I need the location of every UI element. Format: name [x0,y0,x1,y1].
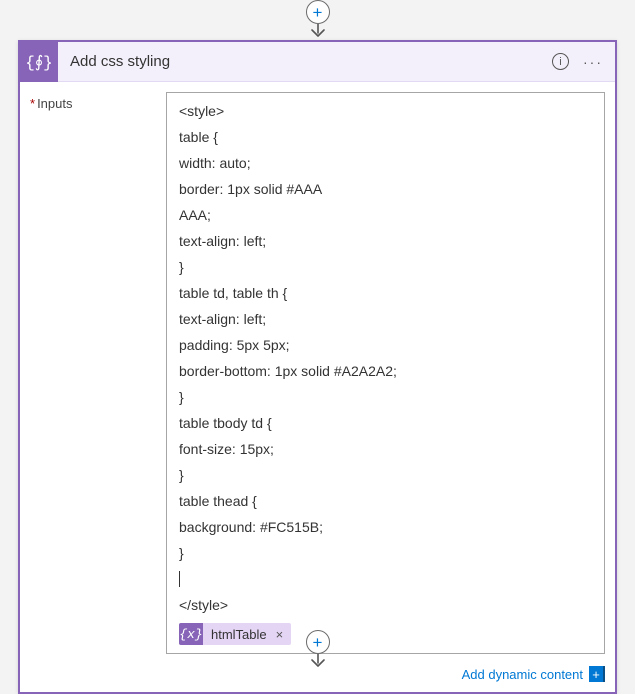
token-remove-button[interactable]: × [274,627,292,642]
plus-icon: + [592,668,600,681]
action-card: {∮} Add css styling i ··· *Inputs <style… [18,40,617,694]
more-menu-button[interactable]: ··· [583,54,603,70]
code-line: } [179,467,592,483]
add-step-above-button[interactable]: + [306,0,330,24]
variable-icon: {x} [179,623,203,645]
code-line: table tbody td { [179,415,592,431]
plus-icon: + [313,4,323,21]
code-line: table thead { [179,493,592,509]
input-label: *Inputs [30,92,156,654]
action-title: Add css styling [58,53,552,70]
inputs-editor[interactable]: <style> table { width: auto; border: 1px so… [166,92,605,654]
token-name: htmlTable [203,627,274,642]
dynamic-token[interactable]: {x} htmlTable × [179,623,291,645]
code-line: } [179,545,592,561]
input-column: <style> table { width: auto; border: 1px so… [166,92,605,654]
code-line: width: auto; [179,155,592,171]
plus-icon: + [313,634,323,651]
code-line: background: #FC515B; [179,519,592,535]
code-line: AAA; [179,207,592,223]
card-body: *Inputs <style> table { width: auto; border… [20,82,615,660]
code-line: } [179,389,592,405]
info-icon[interactable]: i [552,53,569,70]
code-line: <style> [179,103,592,119]
top-connector: + [306,0,330,38]
bottom-connector: + [306,630,330,668]
code-line: table { [179,129,592,145]
required-indicator: * [30,96,35,111]
code-line: border-bottom: 1px solid #A2A2A2; [179,363,592,379]
text-cursor [179,571,592,587]
code-line: font-size: 15px; [179,441,592,457]
code-line: text-align: left; [179,311,592,327]
code-line: border: 1px solid #AAA [179,181,592,197]
code-line: padding: 5px 5px; [179,337,592,353]
code-line: </style> [179,597,592,613]
card-header[interactable]: {∮} Add css styling i ··· [20,42,615,82]
arrow-down-icon [310,654,326,668]
add-dynamic-content-button[interactable]: + [589,666,605,682]
arrow-down-icon [310,24,326,38]
code-line: text-align: left; [179,233,592,249]
code-line: table td, table th { [179,285,592,301]
header-actions: i ··· [552,53,615,70]
code-line: } [179,259,592,275]
add-step-below-button[interactable]: + [306,630,330,654]
add-dynamic-content-link[interactable]: Add dynamic content [462,667,583,682]
compose-icon: {∮} [20,42,58,82]
